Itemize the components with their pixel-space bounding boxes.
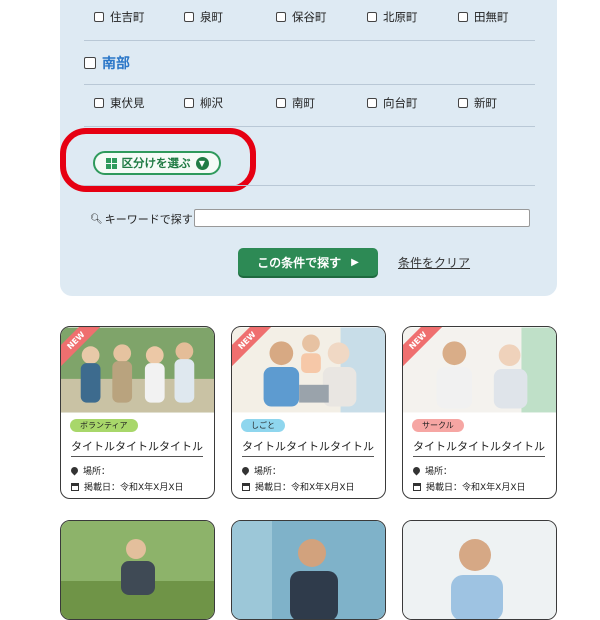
checkbox-box[interactable] xyxy=(184,12,194,22)
calendar-icon xyxy=(71,482,79,491)
category-tag: サークル xyxy=(412,419,464,432)
location-pin-icon xyxy=(69,465,80,476)
divider xyxy=(84,126,535,127)
divider xyxy=(84,84,535,85)
clear-conditions-link[interactable]: 条件をクリア xyxy=(398,254,470,271)
keyword-input[interactable] xyxy=(194,209,530,227)
card-date: 掲載日：令和X年X月X日 xyxy=(413,480,526,493)
card-photo-gardening xyxy=(61,521,214,619)
calendar-icon xyxy=(242,482,250,491)
area-checkbox[interactable]: 柳沢 xyxy=(184,95,223,111)
search-button[interactable]: この条件で探す ▶ xyxy=(238,248,378,276)
card-title: タイトルタイトルタイトル xyxy=(71,438,203,457)
keyword-label: 🔍︎ キーワードで探す xyxy=(90,213,193,226)
section-label: 南部 xyxy=(102,56,130,72)
area-checkbox-row-2: 東伏見 柳沢 南町 向台町 新町 xyxy=(84,95,534,117)
checkbox-box[interactable] xyxy=(94,12,104,22)
card-title: タイトルタイトルタイトル xyxy=(242,438,374,457)
category-tag: ボランティア xyxy=(70,419,138,432)
checkbox-box[interactable] xyxy=(184,98,194,108)
checkbox-box[interactable] xyxy=(367,12,377,22)
checkbox-box[interactable] xyxy=(276,12,286,22)
area-checkbox[interactable]: 泉町 xyxy=(184,9,223,25)
card-date: 掲載日：令和X年X月X日 xyxy=(71,480,184,493)
area-checkbox[interactable]: 東伏見 xyxy=(94,95,145,111)
area-checkbox[interactable]: 北原町 xyxy=(367,9,418,25)
calendar-icon xyxy=(413,482,421,491)
card-place: 場所： xyxy=(240,464,281,477)
category-tag: しごと xyxy=(241,419,285,432)
play-arrow-icon: ▶ xyxy=(351,256,359,268)
area-checkbox[interactable]: 住吉町 xyxy=(94,9,145,25)
checkbox-box[interactable] xyxy=(276,98,286,108)
checkbox-box[interactable] xyxy=(458,98,468,108)
checkbox-box[interactable] xyxy=(367,98,377,108)
checkbox-box[interactable] xyxy=(94,98,104,108)
checkbox-box[interactable] xyxy=(458,12,468,22)
card-place: 場所： xyxy=(69,464,110,477)
section-south[interactable]: 南部 xyxy=(84,53,130,73)
event-card[interactable]: NEW ボランティア タイトルタイトルタイトル 場所： 掲載日：令和X年X月X日 xyxy=(60,326,215,499)
card-date: 掲載日：令和X年X月X日 xyxy=(242,480,355,493)
location-pin-icon xyxy=(240,465,251,476)
card-place: 場所： xyxy=(411,464,452,477)
area-checkbox[interactable]: 田無町 xyxy=(458,9,509,25)
divider xyxy=(84,185,535,186)
card-photo-businessman xyxy=(232,521,385,619)
event-card[interactable]: NEW しごと タイトルタイトルタイトル 場所： 掲載日：令和X年X月X日 xyxy=(231,326,386,499)
area-checkbox[interactable]: 南町 xyxy=(276,95,315,111)
event-card[interactable]: NEW サークル タイトルタイトルタイトル 場所： 掲載日：令和X年X月X日 xyxy=(402,326,557,499)
location-pin-icon xyxy=(411,465,422,476)
area-checkbox[interactable]: 保谷町 xyxy=(276,9,327,25)
event-card[interactable] xyxy=(402,520,557,620)
card-title: タイトルタイトルタイトル xyxy=(413,438,545,457)
card-photo-senior-man xyxy=(403,521,556,619)
search-icon: 🔍︎ xyxy=(90,213,103,225)
divider xyxy=(84,40,535,41)
annotation-highlight-circle xyxy=(60,128,256,192)
area-checkbox[interactable]: 新町 xyxy=(458,95,497,111)
section-checkbox[interactable] xyxy=(84,57,96,69)
area-checkbox-row-1: 住吉町 泉町 保谷町 北原町 田無町 xyxy=(84,9,534,31)
event-card[interactable] xyxy=(60,520,215,620)
area-checkbox[interactable]: 向台町 xyxy=(367,95,418,111)
event-card[interactable] xyxy=(231,520,386,620)
